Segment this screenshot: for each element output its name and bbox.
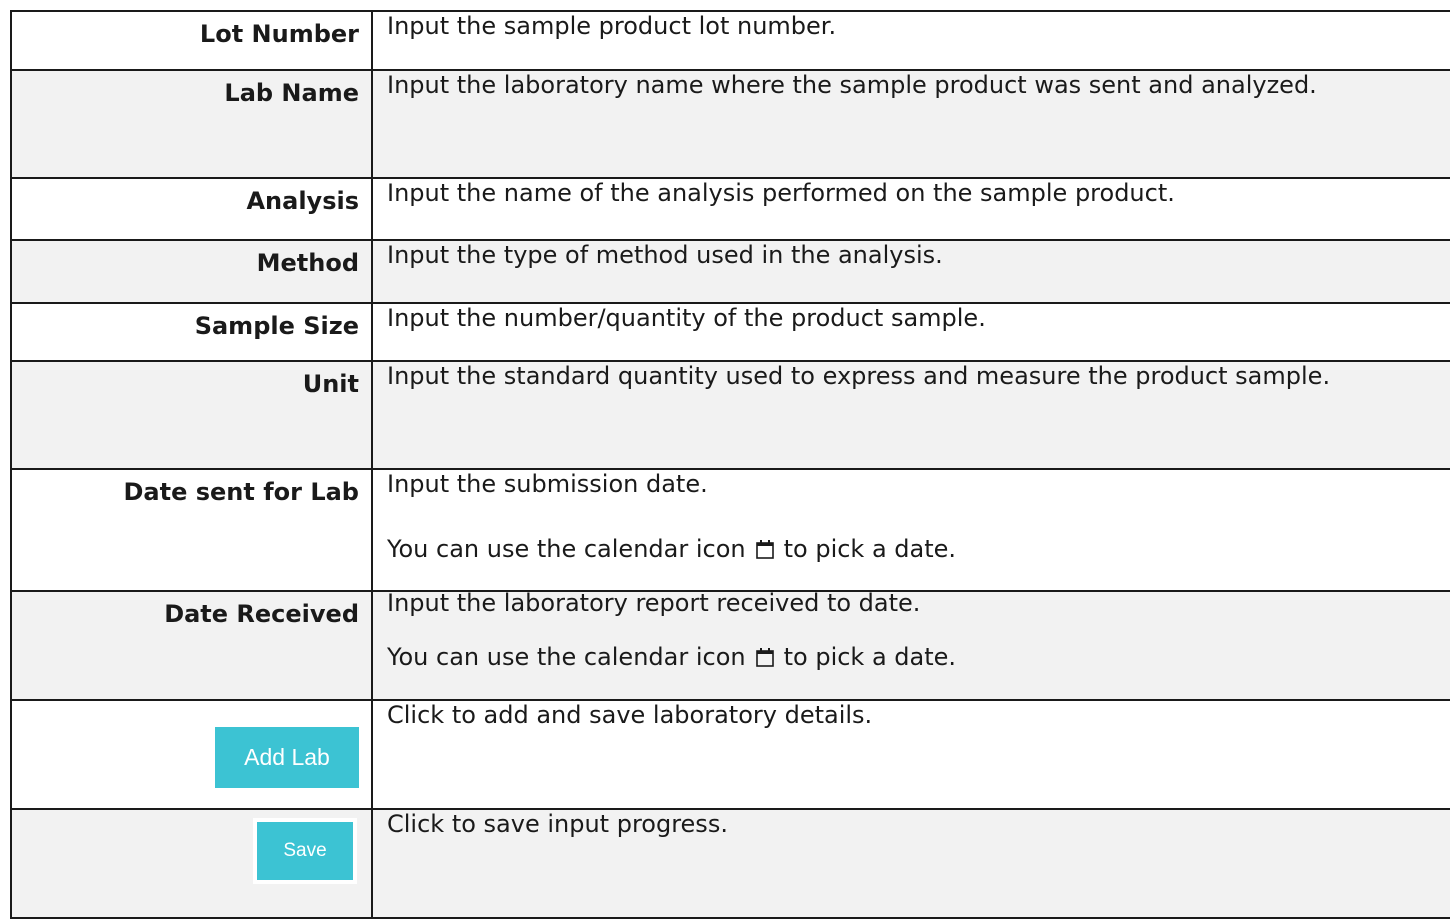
row-desc-date-sent: Input the submission date. You can use t… [371,468,1450,592]
row-label-date-sent: Date sent for Lab [10,468,373,592]
row-label-lab-name: Lab Name [10,69,373,179]
calendar-icon [755,647,774,667]
row-label-analysis: Analysis [10,177,373,241]
row-desc-add-lab: Click to add and save laboratory details… [371,699,1450,810]
table-row: Date Received Input the laboratory repor… [10,589,1450,701]
table-row: Add Lab Click to add and save laboratory… [10,699,1450,810]
row-button-cell-add-lab: Add Lab [10,699,373,810]
row-label-date-received: Date Received [10,590,373,701]
field-description-table: Lot Number Input the sample product lot … [10,10,1450,919]
table-row: Lab Name Input the laboratory name where… [10,69,1450,179]
row-label-method: Method [10,239,373,304]
row-label-unit: Unit [10,360,373,470]
add-lab-button[interactable]: Add Lab [215,727,359,788]
table-row: Save Click to save input progress. [10,808,1450,919]
row-desc-date-received: Input the laboratory report received to … [371,589,1450,701]
calendar-icon [755,539,774,559]
row-desc-lab-name: Input the laboratory name where the samp… [371,69,1450,179]
table-row: Date sent for Lab Input the submission d… [10,468,1450,592]
row-label-lot-number: Lot Number [10,10,373,71]
row-desc-save: Click to save input progress. [371,808,1450,919]
row-label-sample-size: Sample Size [10,302,373,362]
table-row: Unit Input the standard quantity used to… [10,360,1450,470]
save-button[interactable]: Save [253,818,357,884]
row-button-cell-save: Save [10,808,373,919]
row-desc-unit: Input the standard quantity used to expr… [371,360,1450,470]
